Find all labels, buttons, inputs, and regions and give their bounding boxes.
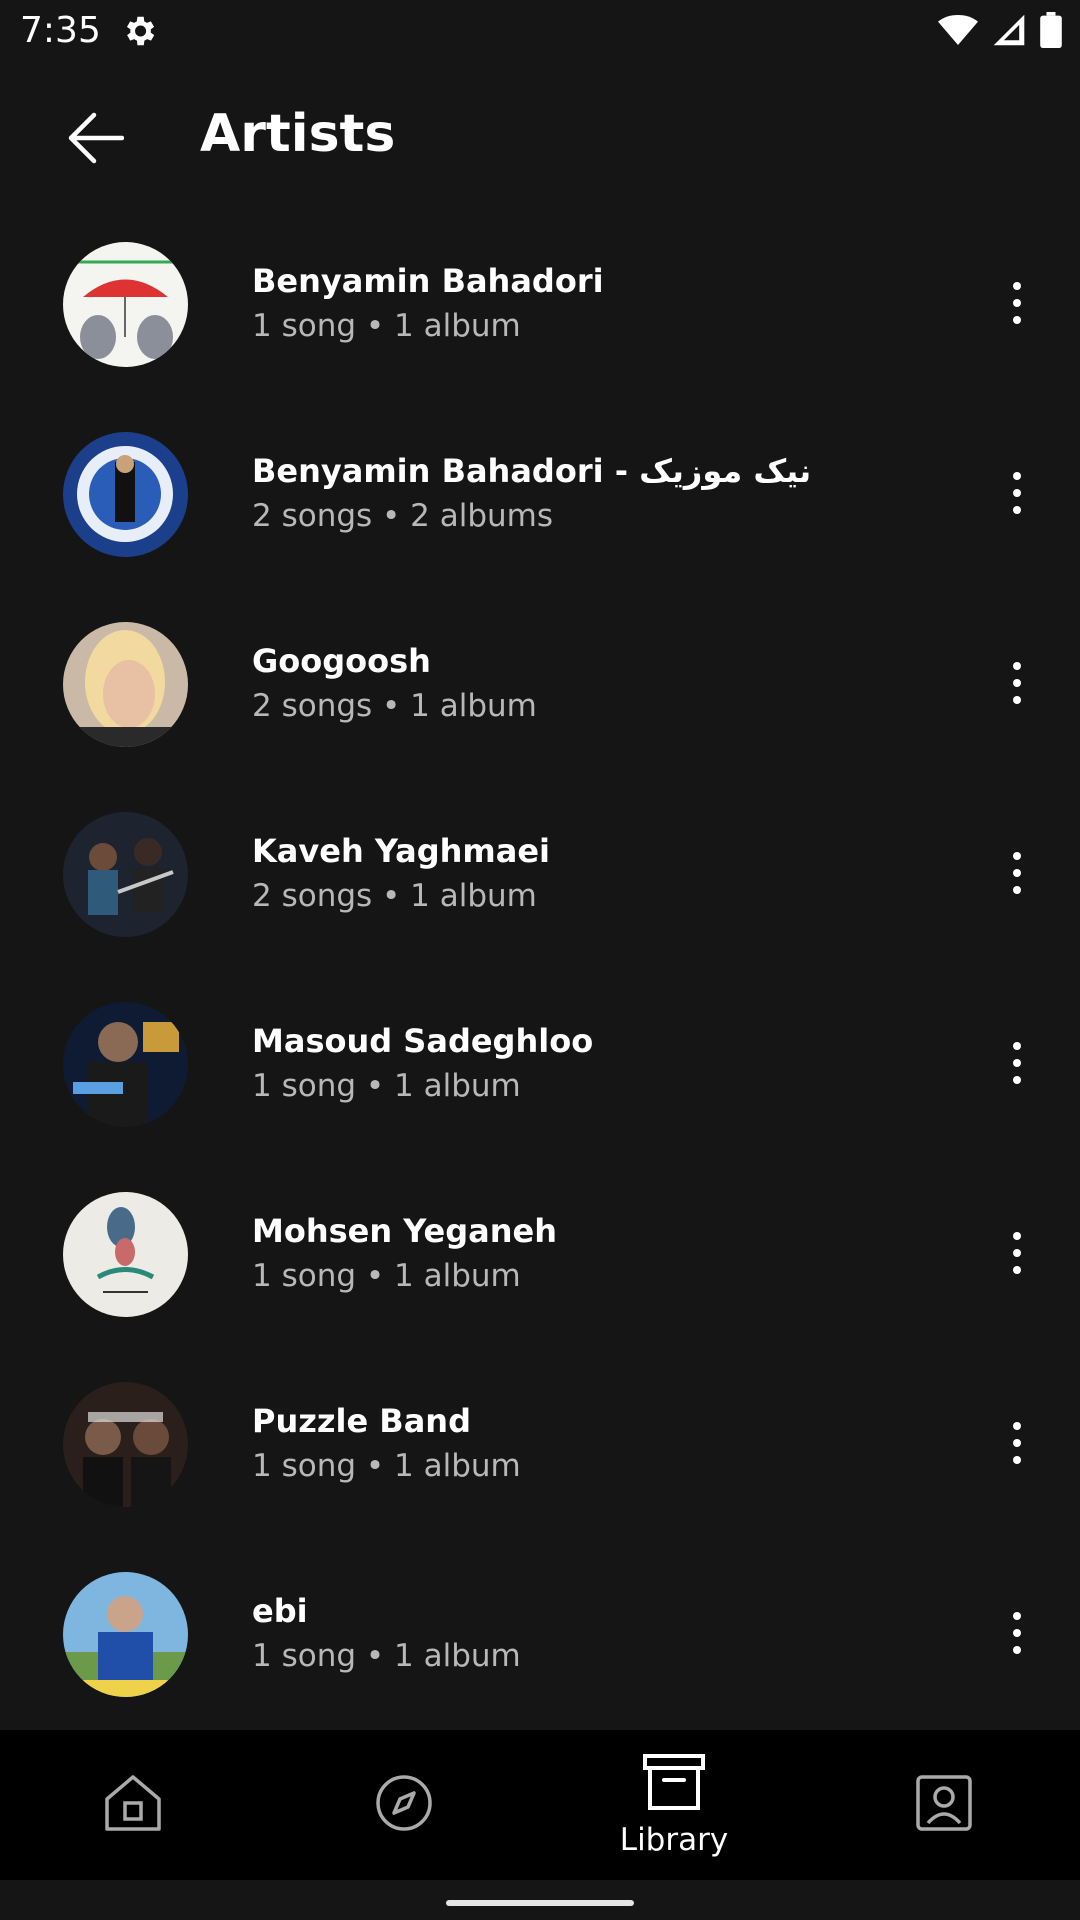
- more-vert-icon: [1012, 1611, 1022, 1660]
- artist-name: Puzzle Band: [252, 1402, 471, 1440]
- more-options-button[interactable]: [985, 635, 1049, 735]
- status-time: 7:35: [20, 10, 101, 51]
- artist-name: Masoud Sadeghloo: [252, 1022, 594, 1060]
- back-button[interactable]: [50, 100, 140, 180]
- nav-explore[interactable]: [304, 1730, 504, 1880]
- more-options-button[interactable]: [985, 825, 1049, 925]
- artist-meta: 1 song • 1 album: [252, 1448, 521, 1484]
- more-options-button[interactable]: [985, 1015, 1049, 1115]
- artist-avatar: [63, 1382, 188, 1507]
- artist-name: Benyamin Bahadori: [252, 262, 604, 300]
- artist-row[interactable]: ebi 1 song • 1 album: [0, 1540, 1080, 1730]
- artist-name: Kaveh Yaghmaei: [252, 832, 550, 870]
- more-options-button[interactable]: [985, 445, 1049, 545]
- home-icon: [102, 1773, 164, 1838]
- more-options-button[interactable]: [985, 1585, 1049, 1685]
- artist-avatar: [63, 812, 188, 937]
- gesture-handle[interactable]: [446, 1900, 634, 1906]
- explore-compass-icon: [374, 1773, 434, 1838]
- more-vert-icon: [1012, 661, 1022, 710]
- artist-row[interactable]: Benyamin Bahadori 1 song • 1 album: [0, 210, 1080, 400]
- artist-meta: 1 song • 1 album: [252, 1638, 521, 1674]
- artist-avatar: [63, 1192, 188, 1317]
- artist-name: Benyamin Bahadori - نیک موزیک: [252, 452, 812, 490]
- more-vert-icon: [1012, 281, 1022, 330]
- bottom-nav: Library: [0, 1730, 1080, 1880]
- artist-meta: 2 songs • 1 album: [252, 688, 537, 724]
- artist-avatar: [63, 242, 188, 367]
- cell-signal-icon: [992, 13, 1026, 47]
- artist-row[interactable]: Mohsen Yeganeh 1 song • 1 album: [0, 1160, 1080, 1350]
- artist-meta: 1 song • 1 album: [252, 1068, 521, 1104]
- artist-name: ebi: [252, 1592, 308, 1630]
- artist-row[interactable]: Puzzle Band 1 song • 1 album: [0, 1350, 1080, 1540]
- app-bar: Artists: [0, 84, 1080, 194]
- gesture-area: [0, 1880, 1080, 1920]
- artist-avatar: [63, 1002, 188, 1127]
- artist-avatar: [63, 622, 188, 747]
- arrow-back-icon: [66, 112, 125, 169]
- artist-meta: 2 songs • 2 albums: [252, 498, 554, 534]
- artist-name: Mohsen Yeganeh: [252, 1212, 557, 1250]
- nav-library[interactable]: Library: [574, 1730, 774, 1880]
- more-vert-icon: [1012, 1421, 1022, 1470]
- artist-meta: 2 songs • 1 album: [252, 878, 537, 914]
- page-title: Artists: [200, 104, 396, 164]
- artist-meta: 1 song • 1 album: [252, 1258, 521, 1294]
- battery-icon: [1040, 12, 1062, 48]
- artist-name: Googoosh: [252, 642, 431, 680]
- wifi-icon: [938, 13, 978, 47]
- profile-icon: [914, 1773, 974, 1838]
- more-vert-icon: [1012, 851, 1022, 900]
- artist-row[interactable]: Masoud Sadeghloo 1 song • 1 album: [0, 970, 1080, 1160]
- settings-icon: [120, 12, 158, 50]
- nav-profile[interactable]: [844, 1730, 1044, 1880]
- status-bar: 7:35: [0, 0, 1080, 64]
- more-vert-icon: [1012, 1041, 1022, 1090]
- artist-meta: 1 song • 1 album: [252, 308, 521, 344]
- nav-home[interactable]: [33, 1730, 233, 1880]
- library-icon: [642, 1753, 706, 1816]
- more-vert-icon: [1012, 471, 1022, 520]
- more-options-button[interactable]: [985, 255, 1049, 355]
- artist-avatar: [63, 1572, 188, 1697]
- nav-library-label: Library: [619, 1821, 729, 1858]
- more-vert-icon: [1012, 1231, 1022, 1280]
- artist-avatar: [63, 432, 188, 557]
- artist-row[interactable]: Googoosh 2 songs • 1 album: [0, 590, 1080, 780]
- artist-list: Benyamin Bahadori 1 song • 1 album Benya…: [0, 210, 1080, 1730]
- artist-row[interactable]: Benyamin Bahadori - نیک موزیک 2 songs • …: [0, 400, 1080, 590]
- more-options-button[interactable]: [985, 1205, 1049, 1305]
- more-options-button[interactable]: [985, 1395, 1049, 1495]
- artist-row[interactable]: Kaveh Yaghmaei 2 songs • 1 album: [0, 780, 1080, 970]
